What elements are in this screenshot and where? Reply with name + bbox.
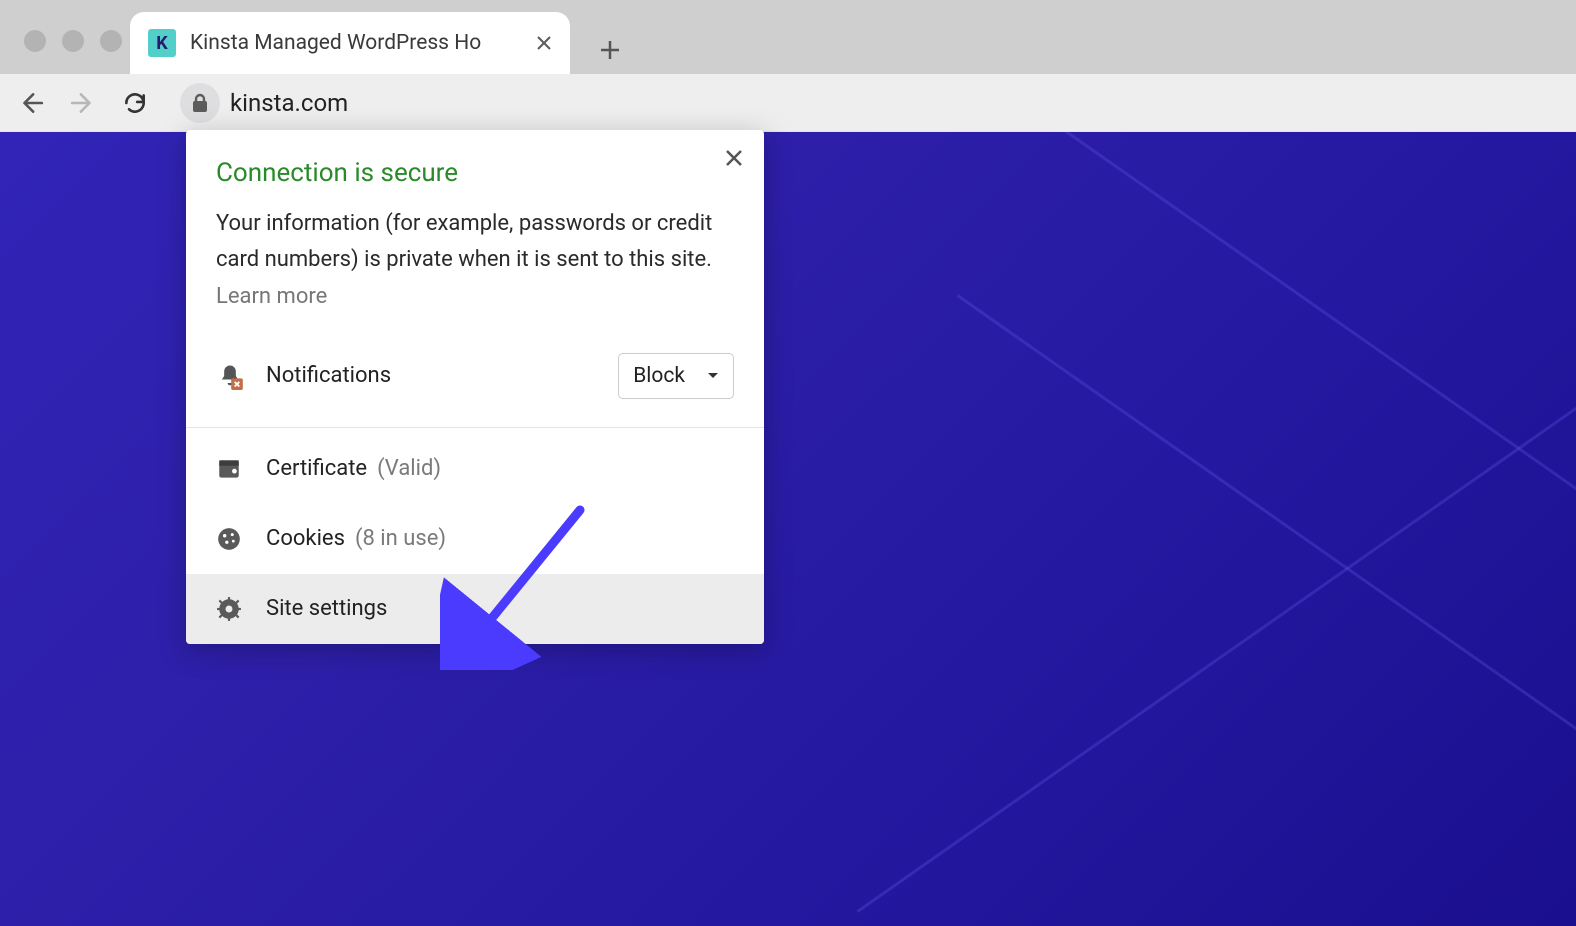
forward-button[interactable] <box>66 86 100 120</box>
browser-tab[interactable]: K Kinsta Managed WordPress Ho <box>130 12 570 74</box>
gear-icon <box>216 596 242 622</box>
back-button[interactable] <box>14 86 48 120</box>
learn-more-link[interactable]: Learn more <box>216 284 327 309</box>
window-controls <box>24 30 122 52</box>
connection-description: Your information (for example, passwords… <box>216 206 734 315</box>
certificate-label: Certificate <box>266 456 367 481</box>
bell-blocked-icon <box>216 362 244 390</box>
tab-bar: K Kinsta Managed WordPress Ho <box>0 0 1576 74</box>
cookie-icon <box>216 526 242 552</box>
certificate-icon <box>216 456 242 482</box>
cookies-label: Cookies <box>266 526 345 551</box>
description-text: Your information (for example, passwords… <box>216 211 712 272</box>
traffic-light-minimize[interactable] <box>62 30 84 52</box>
cookies-status: (8 in use) <box>355 526 446 551</box>
site-settings-row[interactable]: Site settings <box>186 574 764 644</box>
tab-title: Kinsta Managed WordPress Ho <box>190 31 522 55</box>
notification-permission-row: Notifications Block <box>216 353 734 427</box>
padlock-icon[interactable] <box>180 83 220 123</box>
traffic-light-close[interactable] <box>24 30 46 52</box>
new-tab-button[interactable] <box>590 30 630 70</box>
address-bar[interactable]: kinsta.com <box>180 83 348 123</box>
url-text: kinsta.com <box>230 89 348 117</box>
site-settings-label: Site settings <box>266 596 387 621</box>
traffic-light-zoom[interactable] <box>100 30 122 52</box>
notification-dropdown[interactable]: Block <box>618 353 734 399</box>
close-tab-icon[interactable] <box>536 35 552 51</box>
favicon: K <box>148 29 176 57</box>
reload-button[interactable] <box>118 86 152 120</box>
close-icon[interactable] <box>724 148 744 168</box>
certificate-row[interactable]: Certificate (Valid) <box>186 434 764 504</box>
notification-value: Block <box>633 364 685 388</box>
toolbar: kinsta.com <box>0 74 1576 132</box>
certificate-status: (Valid) <box>377 456 441 481</box>
cookies-row[interactable]: Cookies (8 in use) <box>186 504 764 574</box>
site-info-popover: Connection is secure Your information (f… <box>186 130 764 644</box>
notification-label: Notifications <box>266 363 391 388</box>
chevron-down-icon <box>707 372 719 380</box>
connection-secure-title: Connection is secure <box>216 158 734 188</box>
